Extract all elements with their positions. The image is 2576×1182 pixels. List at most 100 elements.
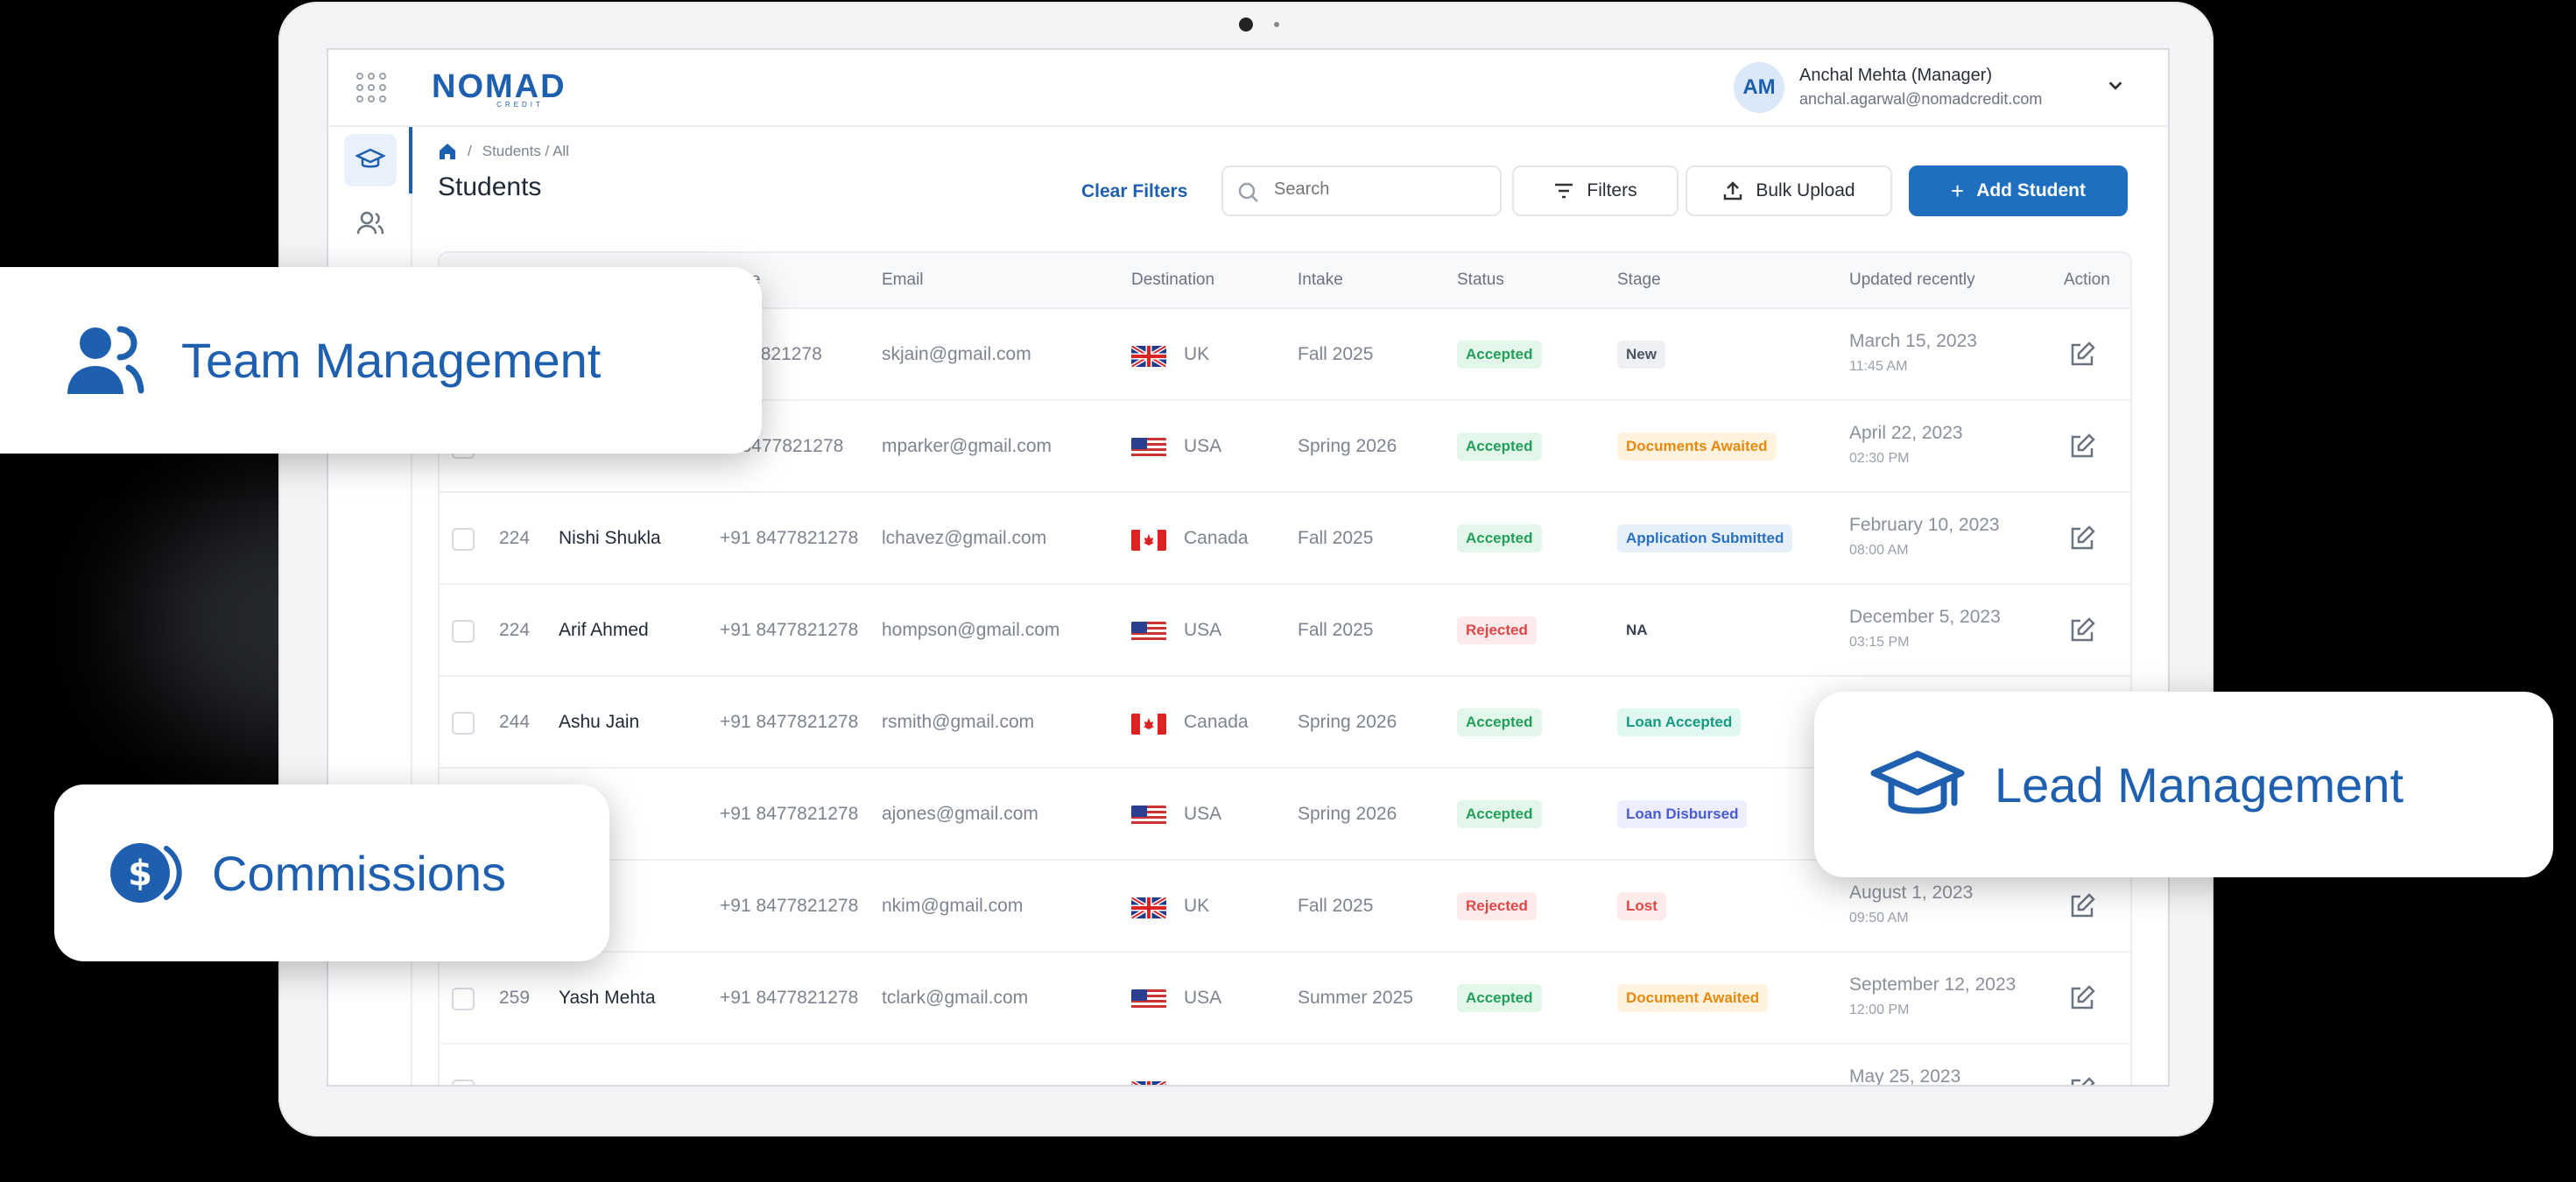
search-box[interactable] bbox=[1221, 165, 1502, 216]
updated-date: August 1, 2023 bbox=[1849, 883, 1974, 903]
student-destination: USA bbox=[1184, 436, 1222, 456]
student-id: 244 bbox=[499, 712, 531, 732]
student-phone: +91 8477821278 bbox=[720, 804, 859, 824]
filter-icon bbox=[1555, 183, 1573, 199]
breadcrumb-path[interactable]: Students / All bbox=[482, 143, 569, 160]
edit-icon[interactable] bbox=[2068, 433, 2096, 461]
student-name[interactable]: Yash Mehta bbox=[559, 988, 656, 1009]
updated-time: 02:30 PM bbox=[1849, 451, 1910, 466]
column-destination[interactable]: Destination bbox=[1131, 271, 1214, 290]
user-name: Anchal Mehta (Manager) bbox=[1799, 66, 1993, 85]
student-phone: +91 8477821278 bbox=[720, 620, 859, 640]
student-intake: Fall 2025 bbox=[1298, 620, 1374, 640]
commissions-card[interactable]: $ Commissions bbox=[54, 784, 609, 961]
uk-flag-icon bbox=[1131, 897, 1166, 918]
stage-badge: New bbox=[1617, 341, 1665, 369]
student-phone: +91 8477821278 bbox=[720, 528, 859, 548]
student-email: ajones@gmail.com bbox=[882, 804, 1038, 824]
sidebar-item-team[interactable] bbox=[344, 197, 397, 250]
column-email[interactable]: Email bbox=[882, 271, 924, 290]
chevron-down-icon[interactable] bbox=[2106, 76, 2125, 95]
table-row[interactable]: 259 Yash Mehta +91 8477821278 tclark@gmail.… bbox=[440, 953, 2130, 1045]
edit-icon[interactable] bbox=[2068, 984, 2096, 1012]
row-checkbox[interactable] bbox=[452, 988, 475, 1010]
edit-icon[interactable] bbox=[2068, 341, 2096, 369]
search-input[interactable] bbox=[1274, 179, 1484, 200]
nomad-logo[interactable]: NOMAD CREDIT bbox=[432, 69, 572, 109]
student-email: mparker@gmail.com bbox=[882, 436, 1052, 456]
status-badge: Rejected bbox=[1457, 616, 1537, 644]
column-status[interactable]: Status bbox=[1457, 271, 1504, 290]
student-intake: Spring 2026 bbox=[1298, 436, 1397, 456]
column-stage[interactable]: Stage bbox=[1617, 271, 1661, 290]
search-icon bbox=[1238, 182, 1258, 202]
status-badge: Accepted bbox=[1457, 433, 1542, 461]
student-destination: UK bbox=[1184, 344, 1210, 364]
status-badge: Accepted bbox=[1457, 800, 1542, 828]
student-destination: UK bbox=[1184, 896, 1210, 916]
table-row[interactable]: May 25, 2023 bbox=[440, 1045, 2130, 1087]
ca-flag-icon bbox=[1131, 714, 1166, 735]
stage-badge: Document Awaited bbox=[1617, 984, 1769, 1012]
apps-grid-icon[interactable] bbox=[356, 73, 386, 102]
column-intake[interactable]: Intake bbox=[1298, 271, 1343, 290]
us-flag-icon bbox=[1131, 989, 1166, 1010]
clear-filters-link[interactable]: Clear Filters bbox=[1081, 181, 1187, 202]
student-destination: USA bbox=[1184, 804, 1222, 824]
student-intake: Fall 2025 bbox=[1298, 528, 1374, 548]
team-management-card[interactable]: Team Management bbox=[0, 267, 762, 454]
lead-management-label: Lead Management bbox=[1995, 756, 2404, 813]
table-row[interactable]: 224 Nishi Shukla +91 8477821278 lchavez@gma… bbox=[440, 493, 2130, 585]
dollar-coin-icon: $ bbox=[110, 843, 182, 903]
add-student-button[interactable]: + Add Student bbox=[1909, 165, 2128, 216]
uk-flag-icon bbox=[1131, 1081, 1166, 1085]
edit-icon[interactable] bbox=[2068, 1076, 2096, 1087]
status-badge: Accepted bbox=[1457, 708, 1542, 736]
user-email: anchal.agarwal@nomadcredit.com bbox=[1799, 90, 2043, 108]
student-email: nkim@gmail.com bbox=[882, 896, 1024, 916]
graduation-cap-icon bbox=[355, 148, 385, 168]
student-intake: Fall 2025 bbox=[1298, 344, 1374, 364]
filters-button[interactable]: Filters bbox=[1512, 165, 1679, 216]
app-header: NOMAD CREDIT AM Anchal Mehta (Manager) a… bbox=[328, 50, 2168, 127]
student-name[interactable]: Nishi Shukla bbox=[559, 528, 661, 549]
table-row[interactable]: 224 Arif Ahmed +91 8477821278 hompson@gmail… bbox=[440, 585, 2130, 677]
row-checkbox[interactable] bbox=[452, 528, 475, 551]
column-updated[interactable]: Updated recently bbox=[1849, 271, 1975, 290]
bulk-upload-button[interactable]: Bulk Upload bbox=[1686, 165, 1892, 216]
stage-badge: Loan Disbursed bbox=[1617, 800, 1748, 828]
lead-management-card[interactable]: Lead Management bbox=[1814, 692, 2553, 877]
student-destination: USA bbox=[1184, 620, 1222, 640]
student-id: 224 bbox=[499, 620, 531, 640]
row-checkbox[interactable] bbox=[452, 712, 475, 735]
student-phone: +91 8477821278 bbox=[720, 896, 859, 916]
student-destination: Canada bbox=[1184, 528, 1249, 548]
updated-time: 11:45 AM bbox=[1849, 359, 1908, 374]
sidebar-active-indicator bbox=[409, 127, 412, 193]
student-email: rsmith@gmail.com bbox=[882, 712, 1035, 732]
add-student-label: Add Student bbox=[1976, 180, 2086, 201]
stage-badge: Lost bbox=[1617, 892, 1666, 920]
filters-label: Filters bbox=[1587, 180, 1637, 201]
stage-badge: Documents Awaited bbox=[1617, 433, 1777, 461]
edit-icon[interactable] bbox=[2068, 892, 2096, 920]
edit-icon[interactable] bbox=[2068, 524, 2096, 552]
student-name[interactable]: Ashu Jain bbox=[559, 712, 639, 733]
upload-icon bbox=[1724, 181, 1742, 201]
student-id: 259 bbox=[499, 988, 531, 1008]
breadcrumb: / Students / All bbox=[438, 142, 569, 161]
home-icon[interactable] bbox=[438, 142, 457, 161]
updated-date: May 25, 2023 bbox=[1849, 1066, 1961, 1087]
updated-date: December 5, 2023 bbox=[1849, 607, 2001, 627]
student-phone: +91 8477821278 bbox=[720, 988, 859, 1008]
tablet-camera bbox=[1239, 18, 1253, 32]
sidebar-item-students[interactable] bbox=[344, 134, 397, 186]
row-checkbox[interactable] bbox=[452, 1080, 475, 1085]
student-email: skjain@gmail.com bbox=[882, 344, 1031, 364]
row-checkbox[interactable] bbox=[452, 620, 475, 643]
edit-icon[interactable] bbox=[2068, 616, 2096, 644]
student-destination: Canada bbox=[1184, 712, 1249, 732]
student-name[interactable]: Arif Ahmed bbox=[559, 620, 649, 641]
student-destination: USA bbox=[1184, 988, 1222, 1008]
avatar[interactable]: AM bbox=[1734, 62, 1784, 113]
